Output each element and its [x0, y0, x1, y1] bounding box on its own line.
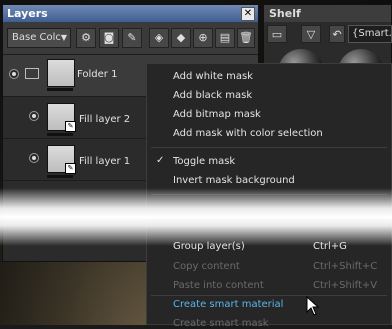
layers-title-bar: Layers ✕: [3, 5, 258, 22]
menu-item-add-bitmap-mask[interactable]: Add bitmap mask: [173, 109, 261, 120]
stack-icon[interactable]: ◈: [149, 28, 169, 48]
menu-item-toggle-mask[interactable]: Toggle mask: [173, 156, 235, 167]
undo-icon[interactable]: ↶: [329, 25, 345, 43]
paint-icon: ✎: [65, 121, 76, 132]
paint-icon: ✎: [65, 163, 76, 174]
menu-shortcut: Ctrl+Shift+C: [313, 261, 378, 272]
channel-select[interactable]: Base Colc ▼: [7, 28, 71, 48]
menu-separator: [151, 147, 387, 148]
menu-item-add-black-mask[interactable]: Add black mask: [173, 90, 252, 101]
visibility-eye-icon[interactable]: [9, 69, 19, 79]
visibility-eye-icon[interactable]: [29, 153, 39, 163]
menu-item-create-smart-material[interactable]: Create smart material: [173, 299, 283, 310]
shelf-title: Shelf: [264, 5, 391, 22]
filter-icon[interactable]: ▽: [301, 25, 321, 43]
menu-item-add-white-mask[interactable]: Add white mask: [173, 71, 253, 82]
folder-icon[interactable]: ▭: [267, 25, 287, 43]
menu-item-add-mask-color-selection[interactable]: Add mask with color selection: [173, 128, 323, 139]
layer-thumbnail: [47, 59, 75, 87]
layers-toolbar: Base Colc ▼ ⚙ ◙ ✎ ◈ ◆ ⊕ ▤ 🗑: [3, 22, 258, 55]
checkmark-icon: ✓: [156, 155, 165, 166]
menu-item-invert-mask-background[interactable]: Invert mask background: [173, 175, 295, 186]
add-mask-icon[interactable]: ◙: [99, 28, 119, 48]
channel-select-value: Base Colc: [12, 32, 61, 43]
mouse-cursor-icon: [306, 296, 320, 316]
menu-item-paste-into-content: Paste into content: [173, 280, 264, 291]
layer-thumbnail: ✎: [47, 103, 76, 132]
close-icon[interactable]: ✕: [241, 7, 255, 21]
add-layer-icon[interactable]: ⊕: [193, 28, 213, 48]
mask-bar: [47, 175, 73, 178]
chevron-down-icon: ▼: [60, 33, 67, 42]
visibility-eye-icon[interactable]: [29, 111, 39, 121]
add-folder-icon[interactable]: ▤: [215, 28, 235, 48]
screenshot-cut-overlay: [0, 188, 392, 246]
menu-shortcut: Ctrl+Shift+V: [313, 280, 378, 291]
mask-bar: [47, 88, 73, 91]
fill-icon[interactable]: ◆: [171, 28, 191, 48]
menu-item-copy-content: Copy content: [173, 261, 240, 272]
menu-item-create-smart-mask: Create smart mask: [173, 318, 269, 329]
menu-separator: [151, 295, 387, 296]
mask-bar: [47, 133, 73, 136]
shelf-search-input[interactable]: {Smart.: [348, 25, 392, 43]
delete-icon[interactable]: 🗑: [237, 28, 255, 48]
layers-title: Layers: [7, 7, 48, 20]
layer-name: Fill layer 2: [79, 114, 131, 125]
folder-icon[interactable]: [25, 68, 39, 79]
layer-name: Folder 1: [77, 69, 118, 80]
brush-icon[interactable]: ✎: [122, 28, 142, 48]
add-effect-icon[interactable]: ⚙: [76, 28, 96, 48]
layer-thumbnail: ✎: [47, 145, 76, 174]
layer-name: Fill layer 1: [79, 156, 131, 167]
